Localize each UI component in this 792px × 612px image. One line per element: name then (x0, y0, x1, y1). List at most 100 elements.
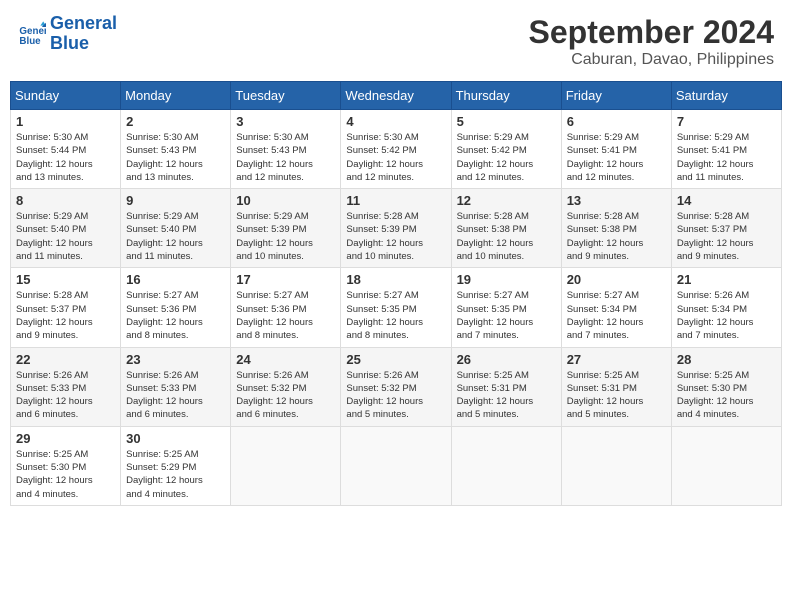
calendar-cell: 15 Sunrise: 5:28 AM Sunset: 5:37 PM Dayli… (11, 268, 121, 347)
calendar-cell: 16 Sunrise: 5:27 AM Sunset: 5:36 PM Dayli… (121, 268, 231, 347)
svg-text:Blue: Blue (19, 36, 41, 47)
calendar-week-1: 1 Sunrise: 5:30 AM Sunset: 5:44 PM Daylig… (11, 110, 782, 189)
day-header-saturday: Saturday (671, 82, 781, 110)
day-info: Sunrise: 5:30 AM Sunset: 5:43 PM Dayligh… (236, 131, 335, 184)
day-info: Sunrise: 5:30 AM Sunset: 5:44 PM Dayligh… (16, 131, 115, 184)
day-info: Sunrise: 5:29 AM Sunset: 5:39 PM Dayligh… (236, 210, 335, 263)
day-info: Sunrise: 5:26 AM Sunset: 5:33 PM Dayligh… (126, 369, 225, 422)
calendar-cell: 26 Sunrise: 5:25 AM Sunset: 5:31 PM Dayli… (451, 347, 561, 426)
day-info: Sunrise: 5:28 AM Sunset: 5:39 PM Dayligh… (346, 210, 445, 263)
day-header-sunday: Sunday (11, 82, 121, 110)
day-info: Sunrise: 5:29 AM Sunset: 5:42 PM Dayligh… (457, 131, 556, 184)
day-info: Sunrise: 5:30 AM Sunset: 5:42 PM Dayligh… (346, 131, 445, 184)
day-number: 2 (126, 114, 225, 129)
calendar-cell: 8Sunrise: 5:29 AM Sunset: 5:40 PM Daylig… (11, 189, 121, 268)
calendar-cell: 2 Sunrise: 5:30 AM Sunset: 5:43 PM Daylig… (121, 110, 231, 189)
calendar-cell: 28 Sunrise: 5:25 AM Sunset: 5:30 PM Dayli… (671, 347, 781, 426)
calendar-cell: 9 Sunrise: 5:29 AM Sunset: 5:40 PM Daylig… (121, 189, 231, 268)
calendar-cell: 13Sunrise: 5:28 AM Sunset: 5:38 PM Dayli… (561, 189, 671, 268)
day-number: 26 (457, 352, 556, 367)
page-header: General Blue GeneralBlue September 2024 … (10, 10, 782, 73)
day-number: 22 (16, 352, 115, 367)
month-title: September 2024 (529, 14, 774, 51)
day-number: 15 (16, 272, 115, 287)
calendar-cell: 12 Sunrise: 5:28 AM Sunset: 5:38 PM Dayli… (451, 189, 561, 268)
day-info: Sunrise: 5:27 AM Sunset: 5:36 PM Dayligh… (126, 289, 225, 342)
calendar-cell: 10Sunrise: 5:29 AM Sunset: 5:39 PM Dayli… (231, 189, 341, 268)
day-info: Sunrise: 5:25 AM Sunset: 5:30 PM Dayligh… (677, 369, 776, 422)
logo: General Blue GeneralBlue (18, 14, 117, 54)
day-number: 11 (346, 193, 445, 208)
day-header-tuesday: Tuesday (231, 82, 341, 110)
day-number: 17 (236, 272, 335, 287)
day-number: 21 (677, 272, 776, 287)
calendar-cell: 22 Sunrise: 5:26 AM Sunset: 5:33 PM Dayli… (11, 347, 121, 426)
day-info: Sunrise: 5:27 AM Sunset: 5:36 PM Dayligh… (236, 289, 335, 342)
calendar-cell: 23 Sunrise: 5:26 AM Sunset: 5:33 PM Dayli… (121, 347, 231, 426)
day-number: 19 (457, 272, 556, 287)
calendar-cell: 19 Sunrise: 5:27 AM Sunset: 5:35 PM Dayli… (451, 268, 561, 347)
day-header-thursday: Thursday (451, 82, 561, 110)
location-title: Caburan, Davao, Philippines (529, 51, 774, 69)
day-info: Sunrise: 5:30 AM Sunset: 5:43 PM Dayligh… (126, 131, 225, 184)
day-number: 6 (567, 114, 666, 129)
day-number: 30 (126, 431, 225, 446)
calendar-cell: 4 Sunrise: 5:30 AM Sunset: 5:42 PM Daylig… (341, 110, 451, 189)
calendar-cell: 7 Sunrise: 5:29 AM Sunset: 5:41 PM Daylig… (671, 110, 781, 189)
day-info: Sunrise: 5:28 AM Sunset: 5:38 PM Dayligh… (457, 210, 556, 263)
day-info: Sunrise: 5:26 AM Sunset: 5:34 PM Dayligh… (677, 289, 776, 342)
day-number: 9 (126, 193, 225, 208)
day-header-friday: Friday (561, 82, 671, 110)
calendar-cell: 6 Sunrise: 5:29 AM Sunset: 5:41 PM Daylig… (561, 110, 671, 189)
title-section: September 2024 Caburan, Davao, Philippin… (529, 14, 774, 69)
calendar-cell: 25 Sunrise: 5:26 AM Sunset: 5:32 PM Dayli… (341, 347, 451, 426)
calendar-cell: 30Sunrise: 5:25 AM Sunset: 5:29 PM Dayli… (121, 426, 231, 505)
calendar-cell: 27Sunrise: 5:25 AM Sunset: 5:31 PM Dayli… (561, 347, 671, 426)
day-number: 29 (16, 431, 115, 446)
day-number: 16 (126, 272, 225, 287)
calendar-cell: 5 Sunrise: 5:29 AM Sunset: 5:42 PM Daylig… (451, 110, 561, 189)
day-info: Sunrise: 5:29 AM Sunset: 5:41 PM Dayligh… (677, 131, 776, 184)
day-number: 25 (346, 352, 445, 367)
day-number: 7 (677, 114, 776, 129)
calendar-table: SundayMondayTuesdayWednesdayThursdayFrid… (10, 81, 782, 506)
calendar-cell: 17 Sunrise: 5:27 AM Sunset: 5:36 PM Dayli… (231, 268, 341, 347)
day-number: 1 (16, 114, 115, 129)
day-info: Sunrise: 5:28 AM Sunset: 5:37 PM Dayligh… (677, 210, 776, 263)
day-number: 28 (677, 352, 776, 367)
day-info: Sunrise: 5:28 AM Sunset: 5:37 PM Dayligh… (16, 289, 115, 342)
calendar-cell: 24Sunrise: 5:26 AM Sunset: 5:32 PM Dayli… (231, 347, 341, 426)
calendar-cell: 20Sunrise: 5:27 AM Sunset: 5:34 PM Dayli… (561, 268, 671, 347)
calendar-cell (451, 426, 561, 505)
day-info: Sunrise: 5:25 AM Sunset: 5:30 PM Dayligh… (16, 448, 115, 501)
day-info: Sunrise: 5:27 AM Sunset: 5:35 PM Dayligh… (346, 289, 445, 342)
day-number: 12 (457, 193, 556, 208)
day-info: Sunrise: 5:29 AM Sunset: 5:40 PM Dayligh… (126, 210, 225, 263)
day-info: Sunrise: 5:26 AM Sunset: 5:32 PM Dayligh… (346, 369, 445, 422)
calendar-week-2: 8 Sunrise: 5:29 AM Sunset: 5:40 PM Daylig… (11, 189, 782, 268)
calendar-cell: 3Sunrise: 5:30 AM Sunset: 5:43 PM Daylig… (231, 110, 341, 189)
day-info: Sunrise: 5:26 AM Sunset: 5:33 PM Dayligh… (16, 369, 115, 422)
calendar-week-5: 29 Sunrise: 5:25 AM Sunset: 5:30 PM Dayli… (11, 426, 782, 505)
day-number: 20 (567, 272, 666, 287)
calendar-week-4: 22 Sunrise: 5:26 AM Sunset: 5:33 PM Dayli… (11, 347, 782, 426)
day-number: 8 (16, 193, 115, 208)
calendar-cell (231, 426, 341, 505)
day-number: 23 (126, 352, 225, 367)
day-info: Sunrise: 5:29 AM Sunset: 5:41 PM Dayligh… (567, 131, 666, 184)
day-header-monday: Monday (121, 82, 231, 110)
calendar-cell: 29 Sunrise: 5:25 AM Sunset: 5:30 PM Dayli… (11, 426, 121, 505)
calendar-cell: 1 Sunrise: 5:30 AM Sunset: 5:44 PM Daylig… (11, 110, 121, 189)
calendar-header-row: SundayMondayTuesdayWednesdayThursdayFrid… (11, 82, 782, 110)
calendar-cell: 21 Sunrise: 5:26 AM Sunset: 5:34 PM Dayli… (671, 268, 781, 347)
day-info: Sunrise: 5:25 AM Sunset: 5:31 PM Dayligh… (457, 369, 556, 422)
day-info: Sunrise: 5:25 AM Sunset: 5:31 PM Dayligh… (567, 369, 666, 422)
day-info: Sunrise: 5:26 AM Sunset: 5:32 PM Dayligh… (236, 369, 335, 422)
calendar-week-3: 15 Sunrise: 5:28 AM Sunset: 5:37 PM Dayli… (11, 268, 782, 347)
day-number: 14 (677, 193, 776, 208)
day-info: Sunrise: 5:27 AM Sunset: 5:35 PM Dayligh… (457, 289, 556, 342)
calendar-cell: 18Sunrise: 5:27 AM Sunset: 5:35 PM Dayli… (341, 268, 451, 347)
day-number: 4 (346, 114, 445, 129)
calendar-cell: 11 Sunrise: 5:28 AM Sunset: 5:39 PM Dayli… (341, 189, 451, 268)
day-number: 5 (457, 114, 556, 129)
